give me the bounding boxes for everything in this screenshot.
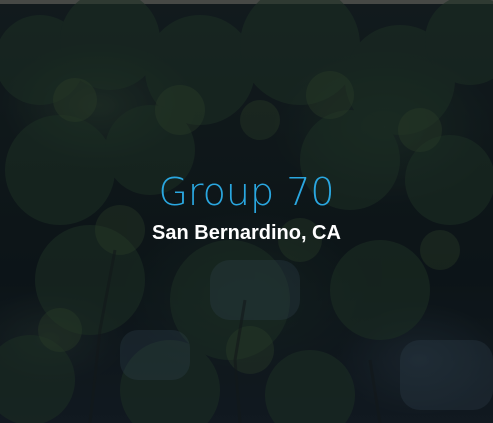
card-caption: Group 70 San Bernardino, CA bbox=[0, 168, 493, 246]
group-title[interactable]: Group 70 bbox=[0, 168, 493, 216]
group-card[interactable]: Group 70 San Bernardino, CA bbox=[0, 0, 493, 423]
location-label: San Bernardino, CA bbox=[152, 222, 341, 244]
